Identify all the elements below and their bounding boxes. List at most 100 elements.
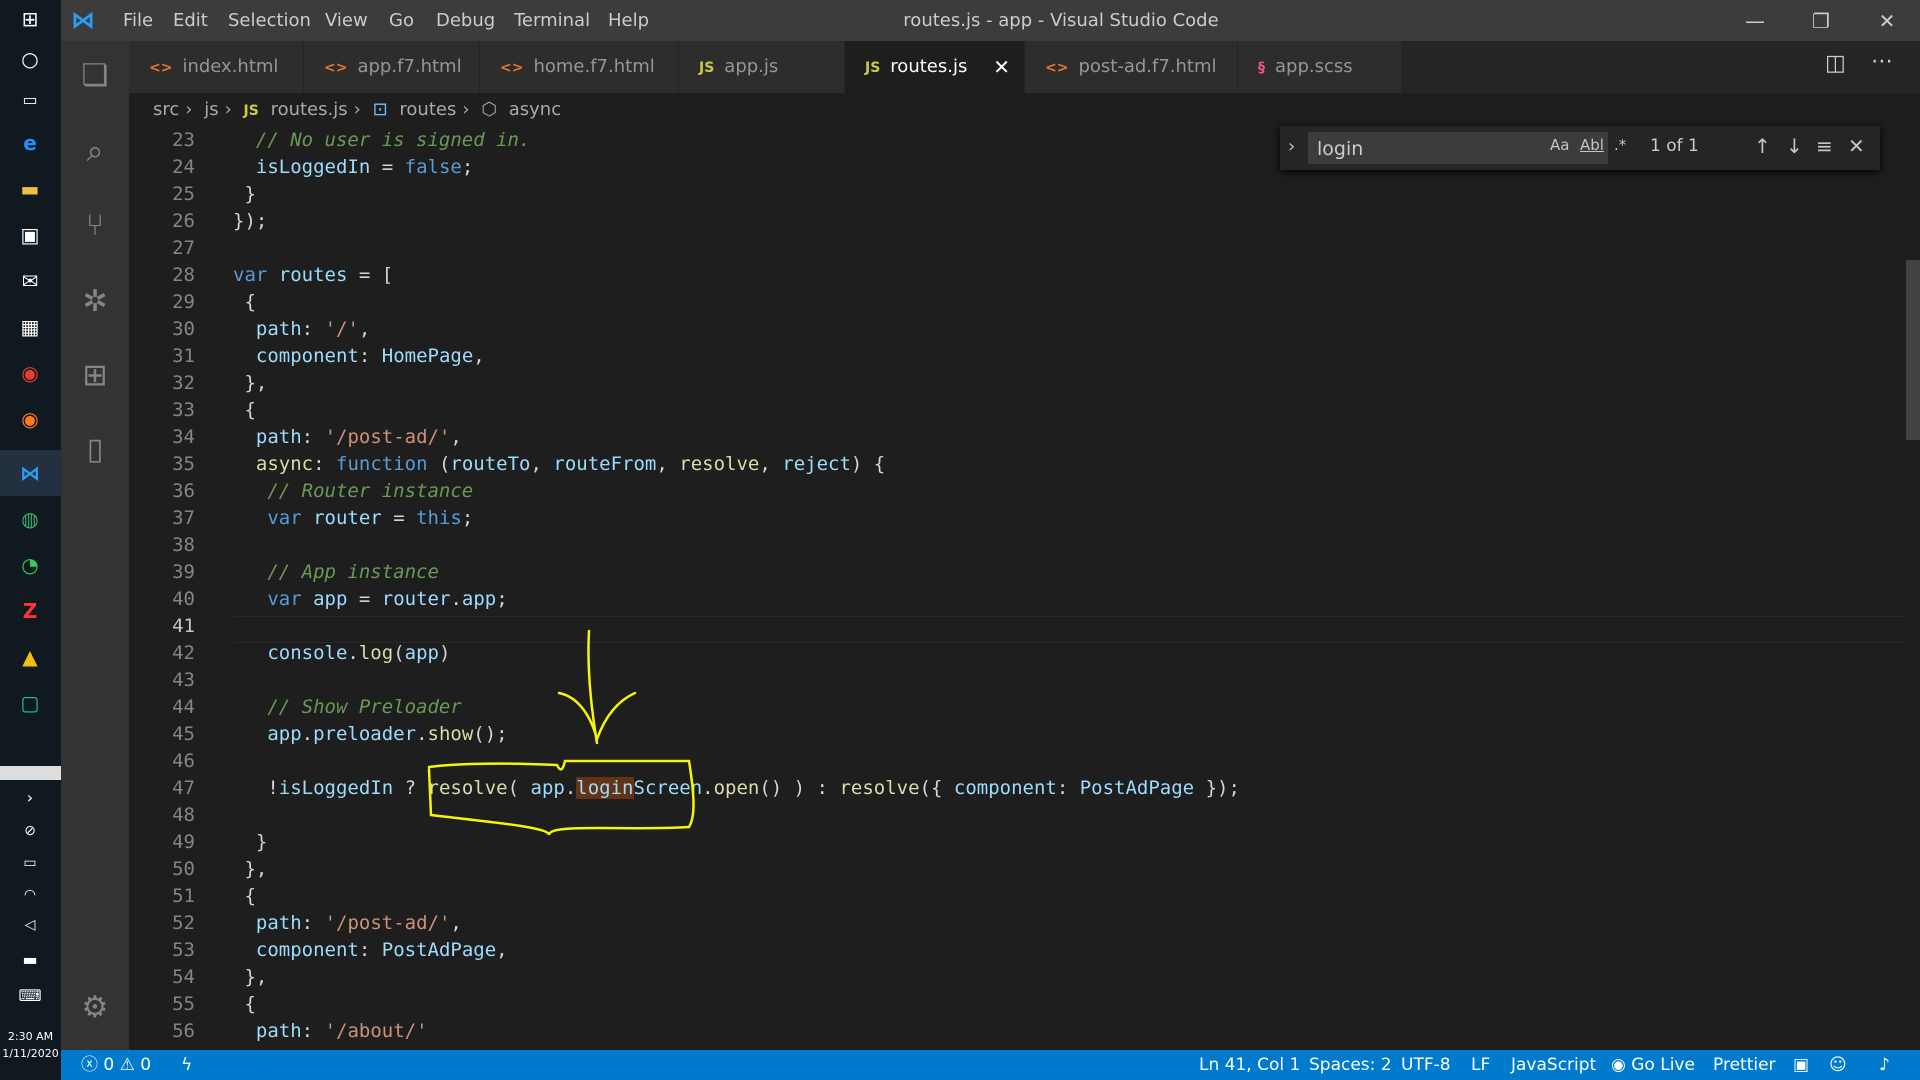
indentation[interactable]: Spaces: 2 <box>1309 1050 1392 1080</box>
chrome-icon[interactable]: ◉ <box>13 356 47 390</box>
breadcrumb-routes[interactable]: routes <box>399 99 456 120</box>
toggle-replace-chevron-icon[interactable]: › <box>1288 136 1295 157</box>
minimize-icon[interactable]: — <box>1722 0 1788 41</box>
ide-icon[interactable]: ▢ <box>13 686 47 720</box>
clock-time: 2:30 AM <box>7 1030 54 1043</box>
source-control-icon[interactable]: ⑂ <box>73 203 117 247</box>
browser-icon[interactable]: ◍ <box>13 502 47 536</box>
menu-debug[interactable]: Debug <box>436 0 495 41</box>
next-match-arrow-icon[interactable]: ↓ <box>1786 134 1803 158</box>
calculator-icon[interactable]: ▦ <box>13 310 47 344</box>
breadcrumb: src › js › JS routes.js › ⊡ routes › ⬡ async <box>129 93 1920 127</box>
error-count: 0 <box>103 1055 115 1075</box>
breadcrumb-src[interactable]: src <box>153 99 179 120</box>
method-icon: ⬡ <box>481 99 497 120</box>
menu-selection[interactable]: Selection <box>228 0 311 41</box>
menu-view[interactable]: View <box>325 0 368 41</box>
chevron-right-icon: › <box>462 99 470 120</box>
code-editor[interactable]: 23 // No user is signed in. 24 isLoggedI… <box>129 127 1906 1050</box>
taskbar-scrollbar[interactable] <box>0 766 61 780</box>
debug-icon[interactable]: ✲ <box>73 279 117 323</box>
annotation-circle <box>427 759 695 836</box>
feedback-smiley-icon[interactable]: ☺ <box>1829 1050 1847 1080</box>
close-window-icon[interactable]: ✕ <box>1854 0 1920 41</box>
scrollbar-thumb[interactable] <box>1906 260 1920 440</box>
encoding[interactable]: UTF-8 <box>1401 1050 1451 1080</box>
tab-label: post-ad.f7.html <box>1078 56 1217 77</box>
keyboard-icon[interactable]: ⌨ <box>13 978 47 1012</box>
store-icon[interactable]: ▣ <box>13 218 47 252</box>
windows-start-icon[interactable]: ⊞ <box>13 2 47 36</box>
close-find-icon[interactable]: ✕ <box>1848 134 1865 158</box>
tab-label: app.f7.html <box>357 56 462 77</box>
menu-help[interactable]: Help <box>608 0 649 41</box>
match-whole-word-toggle[interactable]: Abl <box>1580 136 1604 154</box>
tab-post-ad-f7-html[interactable]: <> post-ad.f7.html <box>1025 41 1238 93</box>
network-off-icon[interactable]: ⊘ <box>13 814 47 848</box>
firefox-icon[interactable]: ◉ <box>13 402 47 436</box>
search-icon[interactable]: ⌕ <box>73 129 117 173</box>
vscode-logo-icon: ⋈ <box>71 6 95 34</box>
find-in-selection-icon[interactable]: ≡ <box>1816 134 1833 158</box>
js-file-icon: JS <box>243 103 259 119</box>
close-tab-icon[interactable]: ✕ <box>993 41 1010 93</box>
go-live-label: Go Live <box>1631 1055 1695 1075</box>
menu-go[interactable]: Go <box>389 0 414 41</box>
tab-label: app.js <box>724 56 779 77</box>
restore-icon[interactable]: ❐ <box>1788 0 1854 41</box>
tab-app-f7-html[interactable]: <> app.f7.html <box>304 41 480 93</box>
tab-app-scss[interactable]: § app.scss <box>1238 41 1402 93</box>
mail-icon[interactable]: ✉ <box>13 264 47 298</box>
extensions-icon[interactable]: ⊞ <box>73 353 117 397</box>
taskbar-clock[interactable]: 2:30 AM 1/11/2020 <box>0 1028 61 1062</box>
lightning-icon[interactable]: ϟ <box>181 1050 192 1080</box>
cortana-search-icon[interactable]: ○ <box>13 42 47 76</box>
split-editor-icon[interactable]: ◫ <box>1825 51 1846 76</box>
volume-icon[interactable]: ◁ <box>13 908 47 942</box>
terminal-icon[interactable]: ▣ <box>1793 1050 1809 1080</box>
wifi-icon[interactable]: ◠ <box>13 878 47 912</box>
go-live-button[interactable]: ◉ Go Live <box>1611 1050 1695 1080</box>
html-file-icon: <> <box>1045 60 1069 76</box>
language-mode[interactable]: JavaScript <box>1511 1050 1596 1080</box>
settings-gear-icon[interactable]: ⚙ <box>73 985 117 1029</box>
breadcrumb-routes-js[interactable]: routes.js <box>271 99 348 120</box>
use-regex-toggle[interactable]: .* <box>1614 136 1626 154</box>
menu-file[interactable]: File <box>123 0 153 41</box>
battery-icon[interactable]: ▭ <box>13 846 47 880</box>
menu-edit[interactable]: Edit <box>173 0 208 41</box>
remote-explorer-icon[interactable]: ▯ <box>73 427 117 471</box>
edge-icon[interactable]: e <box>13 126 47 160</box>
chevron-right-icon: › <box>224 99 232 120</box>
breadcrumb-async[interactable]: async <box>509 99 561 120</box>
whatsapp-icon[interactable]: ◔ <box>13 548 47 582</box>
scss-file-icon: § <box>1258 60 1265 76</box>
more-actions-icon[interactable]: ⋯ <box>1871 49 1893 74</box>
tab-index-html[interactable]: <> index.html <box>129 41 304 93</box>
tab-home-f7-html[interactable]: <> home.f7.html <box>480 41 679 93</box>
editor-tabs: <> index.html <> app.f7.html <> home.f7.htm… <box>129 41 1920 93</box>
task-view-icon[interactable]: ▭ <box>13 82 47 116</box>
warning-icon: ⚠ <box>119 1055 135 1075</box>
cursor-position[interactable]: Ln 41, Col 1 <box>1199 1050 1300 1080</box>
prettier-status[interactable]: Prettier <box>1713 1050 1776 1080</box>
tab-app-js[interactable]: JS app.js <box>679 41 845 93</box>
file-explorer-icon[interactable]: ▬ <box>13 172 47 206</box>
problems-indicator[interactable]: ⓧ 0 ⚠ 0 <box>81 1050 151 1080</box>
js-file-icon: JS <box>699 60 715 76</box>
show-hidden-icons-icon[interactable]: › <box>13 780 47 814</box>
tab-routes-js[interactable]: JS routes.js ✕ <box>845 41 1025 93</box>
notifications-bell-icon[interactable]: ♪ <box>1879 1050 1890 1080</box>
line-ending[interactable]: LF <box>1471 1050 1490 1080</box>
previous-match-arrow-icon[interactable]: ↑ <box>1754 134 1771 158</box>
menu-terminal[interactable]: Terminal <box>514 0 590 41</box>
warning-count: 0 <box>140 1055 152 1075</box>
action-center-icon[interactable]: ▬ <box>13 942 47 976</box>
explorer-icon[interactable]: ❏ <box>73 53 117 97</box>
drive-icon[interactable]: ▲ <box>13 640 47 674</box>
match-case-toggle[interactable]: Aa <box>1550 136 1569 154</box>
filezilla-icon[interactable]: Z <box>13 594 47 628</box>
vscode-icon[interactable]: ⋈ <box>13 456 47 490</box>
breadcrumb-js[interactable]: js <box>204 99 218 120</box>
status-bar: ⓧ 0 ⚠ 0 ϟ Ln 41, Col 1 Spaces: 2 UTF-8 L… <box>61 1050 1920 1080</box>
